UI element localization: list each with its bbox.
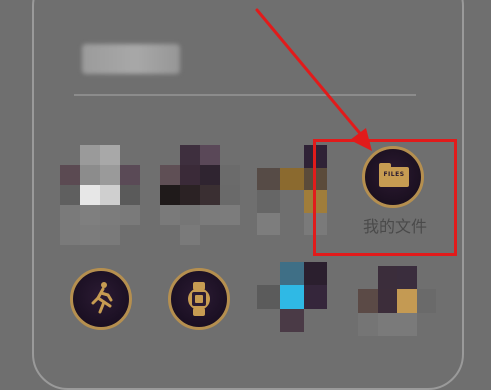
watch-icon [188,282,210,316]
blurred-header [82,44,180,74]
blurred-app-1[interactable] [60,145,140,245]
highlight-box [313,139,457,256]
runner-icon [91,282,113,314]
header-divider [74,94,416,96]
blurred-app-4[interactable] [257,262,327,332]
blurred-app-5[interactable] [358,266,436,336]
watch-app[interactable] [168,268,230,330]
blurred-app-2[interactable] [160,145,240,245]
fitness-app[interactable] [70,268,132,330]
